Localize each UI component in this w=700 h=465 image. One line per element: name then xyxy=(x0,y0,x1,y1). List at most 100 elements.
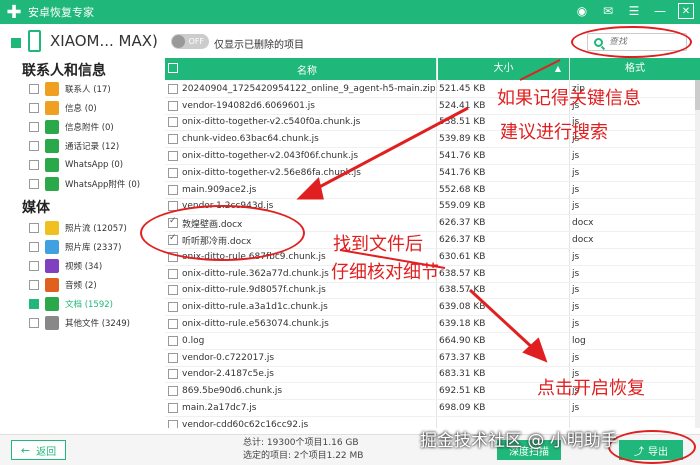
table-row[interactable]: 0.log 664.90 KB log xyxy=(165,333,700,350)
header-name[interactable]: 名称 xyxy=(179,62,435,77)
row-checkbox[interactable] xyxy=(168,403,178,414)
sidebar-item-document[interactable]: 文档 (1592) xyxy=(29,296,164,312)
device-name: XIAOM... MAX) xyxy=(50,32,158,50)
table-row[interactable]: onix-ditto-together-v2.56e86fa.chunk.js 5… xyxy=(165,165,700,182)
row-checkbox[interactable] xyxy=(168,319,178,330)
sidebar-item-video[interactable]: 视频 (34) xyxy=(29,258,164,274)
table-row[interactable]: onix-ditto-rule.e563074.chunk.js 639.18 K… xyxy=(165,316,700,333)
sidebar-item-contacts[interactable]: 联系人 (17) xyxy=(29,81,164,97)
row-checkbox[interactable] xyxy=(168,100,178,111)
sidebar-item-checkbox[interactable] xyxy=(29,318,39,328)
sidebar-item-checkbox[interactable] xyxy=(29,160,39,170)
sidebar-item-label: WhatsApp (0) xyxy=(65,160,124,170)
annotation-search-tip-2: 建议进行搜索 xyxy=(500,122,608,143)
sidebar-item-checkbox[interactable] xyxy=(29,261,39,271)
wifi-icon[interactable]: ◉ xyxy=(574,3,590,19)
device-checkbox[interactable] xyxy=(11,38,21,48)
row-checkbox[interactable] xyxy=(168,167,178,178)
file-name-cell: onix-ditto-rule.9d8057f.chunk.js xyxy=(182,285,326,296)
sidebar-item-checkbox[interactable] xyxy=(29,223,39,233)
sidebar-item-checkbox[interactable] xyxy=(29,179,39,189)
sidebar-item-label: 联系人 (17) xyxy=(65,85,111,95)
sidebar-item-other-files[interactable]: 其他文件 (3249) xyxy=(29,315,164,331)
row-checkbox[interactable] xyxy=(168,268,178,279)
message-icon xyxy=(45,101,59,115)
header-size[interactable]: 大小 ▲ xyxy=(437,58,569,80)
annotation-find-tip-2: 仔细核对细节 xyxy=(331,262,439,283)
file-name-cell: chunk-video.63bac64.chunk.js xyxy=(182,134,319,145)
select-all-checkbox[interactable] xyxy=(168,62,178,73)
row-checkbox[interactable] xyxy=(168,369,178,380)
table-row[interactable]: onix-ditto-rule.9d8057f.chunk.js 638.57 K… xyxy=(165,283,700,300)
deleted-only-toggle[interactable]: OFF xyxy=(171,34,209,49)
row-checkbox[interactable] xyxy=(168,117,178,128)
table-row[interactable]: onix-ditto-together-v2.043f06f.chunk.js 5… xyxy=(165,148,700,165)
row-checkbox[interactable] xyxy=(168,285,178,296)
file-format-cell: docx xyxy=(572,218,594,229)
file-name-cell: main.909ace2.js xyxy=(182,184,257,195)
close-icon[interactable]: ✕ xyxy=(678,3,694,19)
file-format-cell: js xyxy=(572,403,580,414)
row-checkbox[interactable] xyxy=(168,352,178,363)
sidebar-item-label: 音频 (2) xyxy=(65,281,97,291)
document-icon xyxy=(45,297,59,311)
sidebar-item-checkbox[interactable] xyxy=(29,141,39,151)
sidebar-item-audio[interactable]: 音频 (2) xyxy=(29,277,164,293)
file-format-cell: js xyxy=(572,352,580,363)
sidebar-item-checkbox[interactable] xyxy=(29,280,39,290)
sidebar-item-label: 视频 (34) xyxy=(65,262,103,272)
sidebar-item-call-log[interactable]: 通话记录 (12) xyxy=(29,138,164,154)
file-name-cell: vendor-2.4187c5e.js xyxy=(182,369,274,380)
files-highlight-ellipse xyxy=(140,205,305,261)
sidebar-item-message[interactable]: 信息 (0) xyxy=(29,100,164,116)
row-checkbox[interactable] xyxy=(168,134,178,145)
sidebar-item-whatsapp[interactable]: WhatsApp (0) xyxy=(29,157,164,173)
table-row[interactable]: vendor-0.c722017.js 673.37 KB js xyxy=(165,350,700,367)
sidebar-item-checkbox[interactable] xyxy=(29,122,39,132)
table-row[interactable]: main.909ace2.js 552.68 KB js xyxy=(165,182,700,199)
sidebar-item-checkbox[interactable] xyxy=(29,84,39,94)
selected-summary: 选定的项目: 2个项目1.22 MB xyxy=(243,451,364,461)
back-button[interactable]: ← 返回 xyxy=(11,440,66,460)
search-highlight-ellipse xyxy=(571,26,692,58)
minimize-icon[interactable]: — xyxy=(652,3,668,19)
file-format-cell: js xyxy=(572,285,580,296)
table-row[interactable]: main.2a17dc7.js 698.09 KB js xyxy=(165,400,700,417)
sidebar-item-attachment[interactable]: 信息附件 (0) xyxy=(29,119,164,135)
file-name-cell: 20240904_1725420954122_online_9_agent-h5… xyxy=(182,83,435,94)
file-name-cell: onix-ditto-together-v2.56e86fa.chunk.js xyxy=(182,167,361,178)
whatsapp-attachment-icon xyxy=(45,177,59,191)
file-format-cell: js xyxy=(572,302,580,313)
row-checkbox[interactable] xyxy=(168,386,178,397)
row-checkbox[interactable] xyxy=(168,419,178,428)
chat-icon[interactable]: ✉ xyxy=(600,3,616,19)
file-name-cell: onix-ditto-together-v2.c540f0a.chunk.js xyxy=(182,117,361,128)
row-checkbox[interactable] xyxy=(168,83,178,94)
table-row[interactable]: chunk-video.63bac64.chunk.js 539.89 KB js xyxy=(165,131,700,149)
sidebar-item-whatsapp-attachment[interactable]: WhatsApp附件 (0) xyxy=(29,176,164,192)
sidebar-item-checkbox[interactable] xyxy=(29,103,39,113)
scrollbar-thumb[interactable] xyxy=(695,80,700,110)
table-row[interactable]: onix-ditto-rule.a3a1d1c.chunk.js 639.08 K… xyxy=(165,299,700,317)
row-checkbox[interactable] xyxy=(168,151,178,162)
file-size-cell: 626.37 KB xyxy=(439,235,486,246)
row-checkbox[interactable] xyxy=(168,302,178,313)
sidebar-item-checkbox[interactable] xyxy=(29,299,39,309)
other-files-icon xyxy=(45,316,59,330)
header-format[interactable]: 格式 xyxy=(569,58,700,80)
call-log-icon xyxy=(45,139,59,153)
file-name-cell: vendor-194082d6.6069601.js xyxy=(182,100,315,111)
toggle-label: 仅显示已删除的项目 xyxy=(214,40,304,51)
video-icon xyxy=(45,259,59,273)
table-row[interactable]: onix-ditto-together-v2.c540f0a.chunk.js 5… xyxy=(165,115,700,132)
row-checkbox[interactable] xyxy=(168,184,178,195)
file-name-cell: main.2a17dc7.js xyxy=(182,403,257,414)
menu-icon[interactable]: ☰ xyxy=(626,3,642,19)
file-size-cell: 664.90 KB xyxy=(439,335,486,346)
row-checkbox[interactable] xyxy=(168,335,178,346)
title-bar: ✚ 安卓恢复专家 ◉ ✉ ☰ — ✕ xyxy=(0,0,700,24)
table-scrollbar[interactable] xyxy=(695,80,700,428)
attachment-icon xyxy=(45,120,59,134)
sidebar-item-checkbox[interactable] xyxy=(29,242,39,252)
sidebar-item-label: 其他文件 (3249) xyxy=(65,319,130,329)
